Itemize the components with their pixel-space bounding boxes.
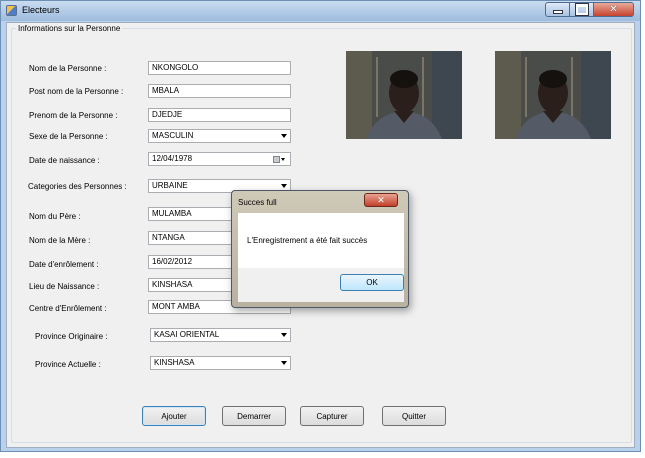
calendar-icon — [273, 156, 280, 163]
demarrer-button[interactable]: Demarrer — [222, 406, 286, 426]
centre-label: Centre d'Enrôlement : — [29, 304, 107, 313]
naissance-label: Date de naissance : — [29, 156, 100, 165]
title-bar[interactable]: Electeurs ✕ — [1, 1, 640, 21]
quitter-button[interactable]: Quitter — [382, 406, 446, 426]
app-icon — [6, 5, 17, 16]
dialog-body: L'Enregistrement a été fait succès — [238, 213, 404, 268]
dialog-close-button[interactable]: ✕ — [364, 193, 398, 207]
dialog-footer: OK — [238, 268, 404, 302]
close-button[interactable]: ✕ — [593, 2, 634, 17]
enrolement-date-label: Date d'enrôlement : — [29, 260, 99, 269]
minimize-button[interactable] — [545, 2, 570, 17]
person-photo — [495, 51, 611, 139]
chevron-down-icon[interactable] — [281, 134, 287, 138]
minimize-icon — [552, 10, 563, 14]
categorie-label: Categories des Personnes : — [28, 182, 127, 191]
success-dialog: Succes full ✕ L'Enregistrement a été fai… — [231, 190, 409, 308]
province-act-label: Province Actuelle : — [35, 360, 101, 369]
province-act-select[interactable]: KINSHASA — [150, 356, 291, 370]
postnom-label: Post nom de la Personne : — [29, 87, 124, 96]
chevron-down-icon[interactable] — [281, 184, 287, 188]
maximize-icon — [574, 3, 589, 16]
categorie-value: URBAINE — [152, 181, 188, 190]
dialog-title: Succes full — [238, 198, 277, 207]
prenom-label: Prenom de la Personne : — [29, 111, 118, 120]
naissance-datepicker[interactable]: 12/04/1978 — [148, 152, 291, 166]
province-orig-select[interactable]: KASAI ORIENTAL — [150, 328, 291, 342]
nom-label: Nom de la Personne : — [29, 64, 107, 73]
calendar-dropdown[interactable] — [273, 155, 287, 164]
prenom-input[interactable]: DJEDJE — [148, 108, 291, 122]
photo-preview-right — [495, 51, 611, 139]
nom-input[interactable]: NKONGOLO — [148, 61, 291, 75]
dialog-message: L'Enregistrement a été fait succès — [247, 236, 368, 245]
province-orig-value: KASAI ORIENTAL — [154, 330, 220, 339]
maximize-button[interactable] — [569, 2, 594, 17]
province-orig-label: Province Originaire : — [35, 332, 108, 341]
window-title: Electeurs — [22, 5, 60, 15]
chevron-down-icon[interactable] — [281, 333, 287, 337]
province-act-value: KINSHASA — [154, 358, 195, 367]
sexe-value: MASCULIN — [152, 131, 194, 140]
ajouter-button[interactable]: Ajouter — [142, 406, 206, 426]
naissance-value: 12/04/1978 — [152, 154, 193, 163]
close-icon: ✕ — [609, 4, 618, 15]
chevron-down-icon[interactable] — [281, 361, 287, 365]
group-legend: Informations sur la Personne — [16, 24, 123, 33]
capturer-button[interactable]: Capturer — [300, 406, 364, 426]
chevron-down-icon — [281, 158, 285, 161]
pere-label: Nom du Père : — [29, 212, 81, 221]
sexe-select[interactable]: MASCULIN — [148, 129, 291, 143]
window-controls: ✕ — [545, 2, 634, 17]
person-photo — [346, 51, 462, 139]
photo-preview-left — [346, 51, 462, 139]
postnom-input[interactable]: MBALA — [148, 84, 291, 98]
lieu-label: Lieu de Naissance : — [29, 282, 100, 291]
sexe-label: Sexe de la Personne : — [29, 132, 108, 141]
ok-button[interactable]: OK — [340, 274, 404, 291]
close-icon: ✕ — [377, 194, 385, 205]
mere-label: Nom de la Mère : — [29, 236, 91, 245]
